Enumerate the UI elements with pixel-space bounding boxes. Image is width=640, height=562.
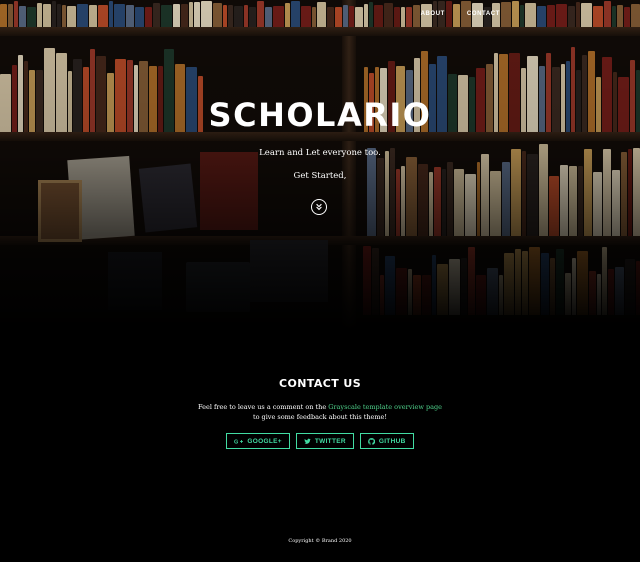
nav-link-about[interactable]: About	[421, 11, 445, 23]
hero-tagline: Learn and Let everyone too.	[259, 148, 381, 158]
github-label: Github	[378, 437, 406, 445]
hero-background	[0, 0, 640, 330]
top-nav: About Contact	[421, 11, 640, 23]
hero-overlay	[0, 0, 640, 330]
twitter-icon	[304, 438, 311, 445]
scroll-down-button[interactable]	[311, 199, 327, 215]
twitter-button[interactable]: Twitter	[295, 433, 354, 449]
get-started-text: Get Started,	[293, 171, 347, 181]
github-icon	[368, 437, 375, 445]
brand-heading: SCHOLARIO	[208, 96, 432, 134]
contact-title: CONTACT US	[278, 377, 362, 390]
footer-copyright: Copyright © Brand 2020	[288, 538, 352, 544]
google-plus-icon: G	[234, 438, 244, 445]
chevron-double-down-icon	[316, 203, 322, 211]
github-button[interactable]: Github	[359, 433, 414, 449]
social-buttons: G Google+ Twitter Github	[0, 433, 640, 449]
twitter-label: Twitter	[314, 437, 346, 445]
contact-text-before: Feel free to leave us a comment on the	[197, 403, 329, 411]
google-plus-button[interactable]: G Google+	[226, 433, 290, 449]
svg-text:G: G	[234, 439, 238, 445]
overview-page-link[interactable]: Grayscale template overview page	[328, 403, 442, 411]
contact-text-after: to give some feedback about this theme!	[252, 413, 388, 421]
contact-text: Feel free to leave us a comment on the G…	[195, 402, 445, 422]
nav-link-contact[interactable]: Contact	[467, 11, 500, 23]
google-plus-label: Google+	[247, 437, 282, 445]
